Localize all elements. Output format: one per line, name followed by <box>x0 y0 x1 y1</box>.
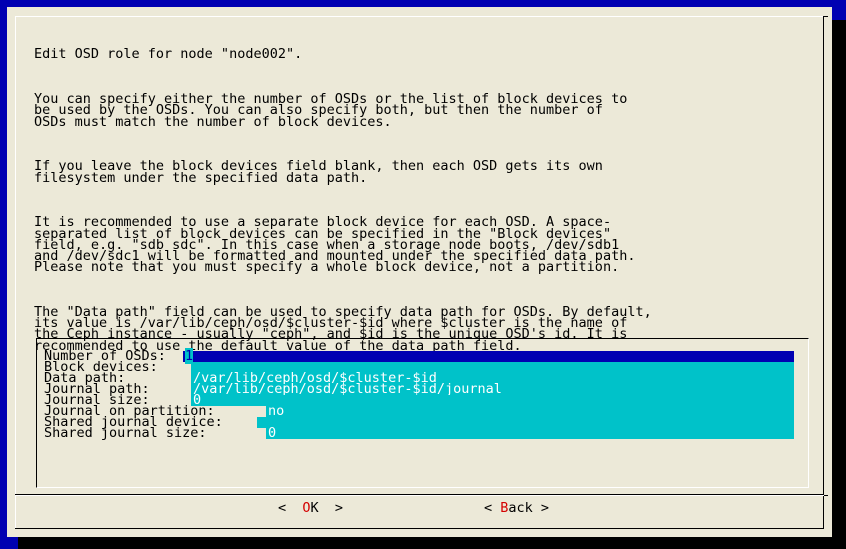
ok-hotkey: O <box>302 500 311 516</box>
ok-button-close: > <box>318 500 344 516</box>
help-paragraph: It is recommended to use a separate bloc… <box>34 214 636 276</box>
form-row-shared-journal-size: Shared journal size: 0 <box>44 426 794 440</box>
osd-form: Number of OSDs: 1 Block devices: Data pa… <box>36 338 809 488</box>
shared-journal-size-field[interactable]: 0 <box>266 426 794 440</box>
journal-on-partition-field[interactable]: no <box>266 404 794 418</box>
shared-journal-size-label: Shared journal size: <box>44 425 207 441</box>
help-paragraph: You can specify either the number of OSD… <box>34 91 628 130</box>
edit-osd-dialog: Edit OSD role for node "node002". You ca… <box>7 7 832 537</box>
dialog-frame-bottom <box>15 528 824 529</box>
button-separator-highlight <box>15 495 824 496</box>
ok-button-open: < <box>278 500 303 516</box>
ok-button[interactable]: < OK > <box>278 500 343 516</box>
back-button-close: > <box>532 500 550 516</box>
dialog-frame <box>15 16 824 17</box>
back-button-open: < <box>484 500 501 516</box>
dialog-frame-right <box>823 16 824 529</box>
frame-corner <box>824 495 828 496</box>
frame-corner <box>824 16 828 17</box>
journal-path-field[interactable]: /var/lib/ceph/osd/$cluster-$id/journal <box>191 382 794 396</box>
back-button-label: ack <box>508 500 533 516</box>
help-paragraph: If you leave the block devices field bla… <box>34 158 603 186</box>
number-of-osds-field[interactable]: 1 <box>183 348 794 364</box>
dialog-description: Edit OSD role for node "node002". You ca… <box>34 27 814 385</box>
back-button[interactable]: < Back > <box>484 500 549 516</box>
shared-journal-device-field[interactable] <box>257 417 794 428</box>
dialog-title-line: Edit OSD role for node "node002". <box>34 46 303 63</box>
dialog-frame-left <box>15 16 16 529</box>
ok-button-label: K <box>310 500 319 516</box>
